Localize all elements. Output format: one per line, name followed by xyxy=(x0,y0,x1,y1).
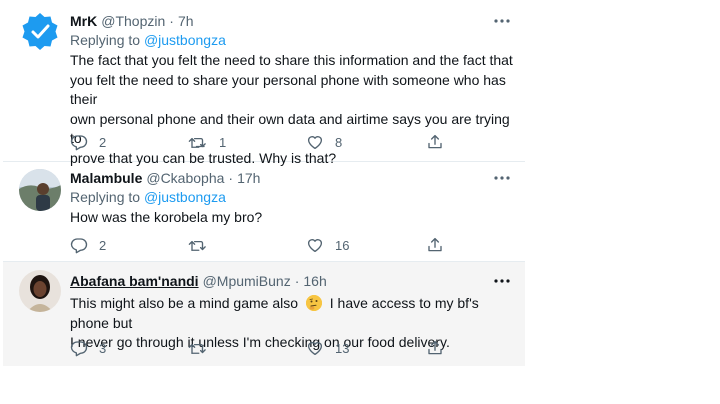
avatar-photo-image xyxy=(19,270,61,312)
retweet-icon xyxy=(188,137,206,148)
share-icon xyxy=(428,134,442,149)
like-icon xyxy=(307,239,323,253)
tweet-text-part: This might also be a mind game also xyxy=(70,295,302,311)
replying-to: Replying to @justbongza xyxy=(70,188,513,207)
tweet-header: MrK @Thopzin · 7h xyxy=(70,12,513,30)
replying-to-link[interactable]: @justbongza xyxy=(144,32,226,48)
like-button[interactable]: 16 xyxy=(306,235,349,255)
tweet-feed: MrK @Thopzin · 7h Replying to @justbongz… xyxy=(3,0,525,366)
reply-icon xyxy=(70,135,88,151)
more-icon[interactable] xyxy=(491,10,513,32)
separator-dot: · xyxy=(169,13,174,29)
retweet-count: 1 xyxy=(219,134,227,150)
separator-dot: · xyxy=(294,273,300,289)
display-name[interactable]: Malambule xyxy=(70,169,142,187)
timestamp[interactable]: 7h xyxy=(178,12,194,30)
tweet-text: How was the korobela my bro? xyxy=(70,208,513,228)
display-name[interactable]: MrK xyxy=(70,12,97,30)
share-button[interactable] xyxy=(426,132,444,152)
retweet-icon xyxy=(188,240,206,251)
reply-count: 2 xyxy=(99,237,107,253)
tweet-actions: 2 16 xyxy=(70,235,450,255)
timestamp[interactable]: 17h xyxy=(237,169,260,187)
replying-prefix: Replying to xyxy=(70,189,144,205)
share-button[interactable] xyxy=(426,338,444,358)
like-count: 16 xyxy=(335,237,350,253)
tweet-text-line: This might also be a mind game also I ha… xyxy=(70,294,513,333)
display-name[interactable]: Abafana bam'nandi xyxy=(70,272,199,290)
retweet-button[interactable] xyxy=(188,235,219,255)
tweet-text-line: you felt the need to share your personal… xyxy=(70,71,506,108)
share-icon xyxy=(428,340,442,355)
more-icon[interactable] xyxy=(491,167,513,189)
retweet-button[interactable]: 1 xyxy=(188,132,226,152)
reply-count: 3 xyxy=(99,340,107,356)
tweet-actions: 3 13 xyxy=(70,338,450,358)
reply-count: 2 xyxy=(99,134,107,150)
share-button[interactable] xyxy=(426,235,444,255)
tweet-body: Malambule @Ckabopha · 17h Replying to @j… xyxy=(70,169,513,254)
share-icon xyxy=(428,237,442,252)
tweet-text-line: How was the korobela my bro? xyxy=(70,209,263,225)
avatar-mrk[interactable] xyxy=(19,11,61,53)
tweet-header: Abafana bam'nandi @MpumiBunz · 16h xyxy=(70,272,513,290)
thinking-face-icon xyxy=(305,295,322,311)
verified-badge-icon xyxy=(22,13,58,50)
like-button[interactable]: 13 xyxy=(306,338,349,358)
replying-prefix: Replying to xyxy=(70,32,144,48)
reply-icon xyxy=(70,238,88,254)
like-icon xyxy=(307,136,323,150)
retweet-icon xyxy=(188,343,206,354)
like-count: 8 xyxy=(335,134,343,150)
avatar-abafana[interactable] xyxy=(19,270,61,312)
tweet-body: Abafana bam'nandi @MpumiBunz · 16h This … xyxy=(70,272,513,357)
tweet-actions: 2 1 8 xyxy=(70,132,450,152)
user-handle[interactable]: @Thopzin xyxy=(101,12,165,30)
tweet-body: MrK @Thopzin · 7h Replying to @justbongz… xyxy=(70,12,513,168)
tweet-text-line: The fact that you felt the need to share… xyxy=(70,52,513,68)
tweet-header: Malambule @Ckabopha · 17h xyxy=(70,169,513,187)
avatar-malambule[interactable] xyxy=(19,169,61,211)
avatar-photo-image xyxy=(19,169,61,211)
more-icon[interactable] xyxy=(491,270,513,292)
replying-to: Replying to @justbongza xyxy=(70,31,513,50)
reply-button[interactable]: 2 xyxy=(70,132,106,152)
user-handle[interactable]: @Ckabopha xyxy=(146,169,224,187)
reply-button[interactable]: 3 xyxy=(70,338,106,358)
replying-to-link[interactable]: @justbongza xyxy=(144,189,226,205)
like-button[interactable]: 8 xyxy=(306,132,342,152)
reply-icon xyxy=(70,341,88,357)
like-icon xyxy=(307,342,323,356)
retweet-button[interactable] xyxy=(188,338,219,358)
user-handle[interactable]: @MpumiBunz xyxy=(203,272,291,290)
like-count: 13 xyxy=(335,340,350,356)
reply-button[interactable]: 2 xyxy=(70,235,106,255)
timestamp[interactable]: 16h xyxy=(303,272,326,290)
separator-dot: · xyxy=(228,170,234,186)
